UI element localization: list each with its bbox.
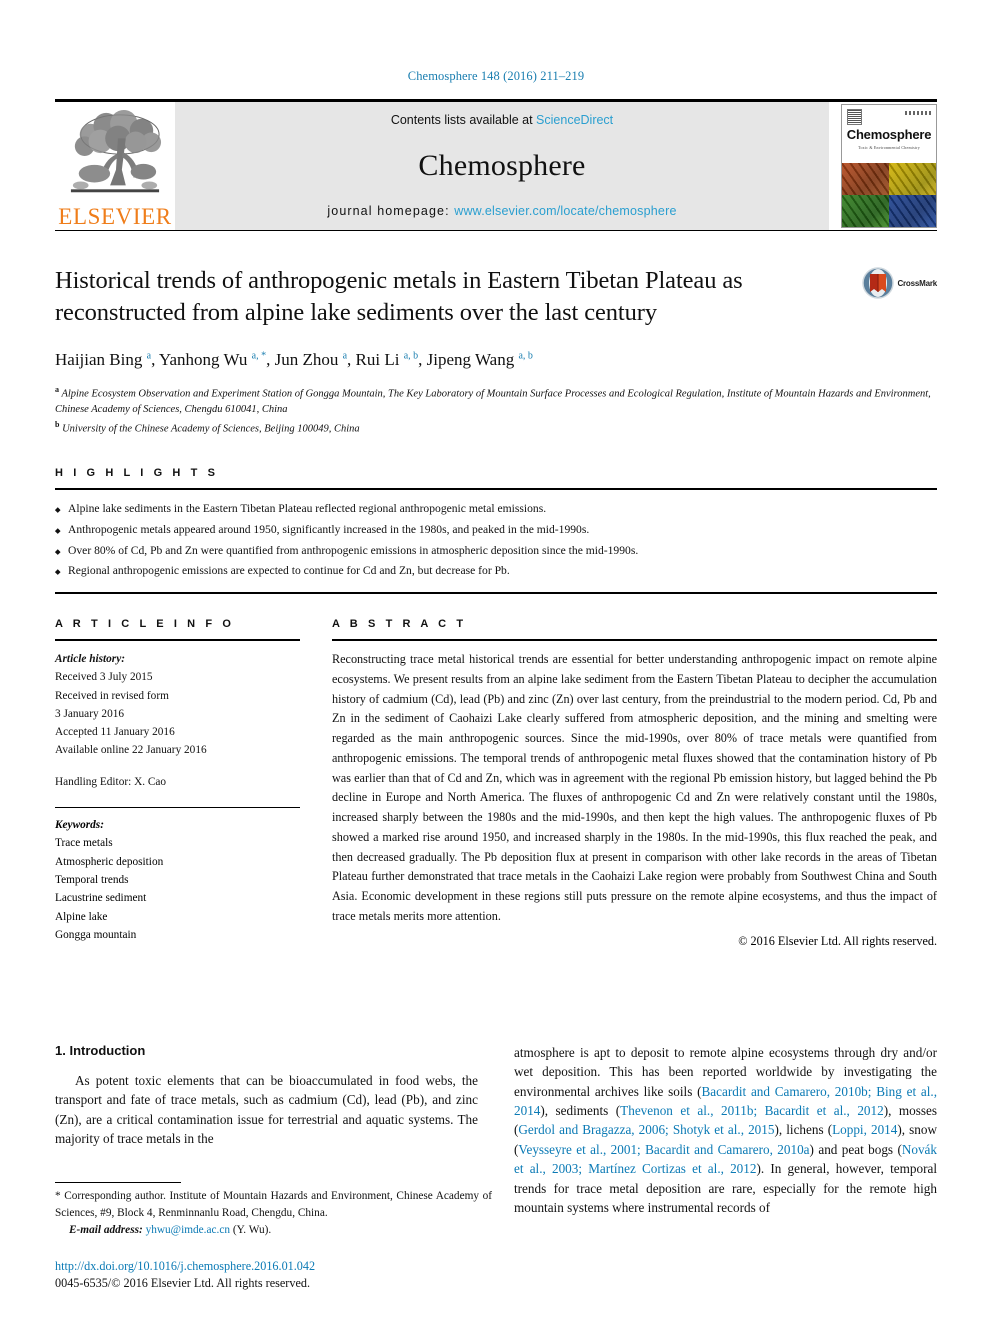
highlights-section: H I G H L I G H T S Alpine lake sediment… (55, 467, 937, 594)
article-info-heading: A R T I C L E I N F O (55, 617, 235, 630)
affiliation-b-text: University of the Chinese Academy of Sci… (62, 423, 360, 435)
cover-publisher-mark-icon (847, 109, 862, 125)
contents-prefix: Contents lists available at (390, 113, 537, 127)
keyword-item: Gongga mountain (55, 928, 137, 941)
citation-link[interactable]: Thevenon et al., 2011b; Bacardit et al.,… (620, 1103, 884, 1118)
journal-homepage-line: journal homepage: www.elsevier.com/locat… (327, 204, 676, 218)
article-history: Article history: Received 3 July 2015 Re… (55, 641, 300, 791)
title-block: Historical trends of anthropogenic metal… (55, 231, 937, 370)
keyword-item: Temporal trends (55, 873, 129, 886)
email-link[interactable]: yhwu@imde.ac.cn (146, 1224, 230, 1236)
abstract-section: A B S T R A C T Reconstructing trace met… (332, 618, 937, 949)
cover-leaf-blue (889, 195, 936, 227)
cover-image-grid (842, 163, 936, 227)
keyword-item: Alpine lake (55, 910, 108, 923)
list-item: Regional anthropogenic emissions are exp… (55, 561, 937, 582)
body-column-right: atmosphere is apt to deposit to remote a… (514, 1043, 937, 1218)
keywords-label: Keywords: (55, 819, 104, 832)
body-text-run: ) and peat bogs ( (809, 1141, 902, 1157)
citation-link[interactable]: Loppi, 2014 (832, 1122, 897, 1137)
list-item: Anthropogenic metals appeared around 195… (55, 520, 937, 541)
history-line: Available online 22 January 2016 (55, 744, 207, 757)
crossmark-badge[interactable]: CrossMark (845, 265, 937, 370)
cover-header: Chemosphere Toxic & Environmental Chemis… (842, 105, 936, 163)
footnote-rule (55, 1181, 181, 1183)
footnote-zone: * Corresponding author. Institute of Mou… (55, 1181, 492, 1291)
cover-journal-title: Chemosphere (846, 127, 932, 142)
keywords-block: Keywords: Trace metals Atmospheric depos… (55, 808, 300, 944)
crossmark-icon (862, 267, 895, 299)
abstract-heading: A B S T R A C T (332, 617, 467, 630)
info-abstract-row: A R T I C L E I N F O Article history: R… (55, 618, 937, 949)
abstract-text: Reconstructing trace metal historical tr… (332, 651, 937, 923)
email-line: E-mail address: yhwu@imde.ac.cn (Y. Wu). (55, 1222, 492, 1239)
journal-title: Chemosphere (418, 148, 586, 182)
elsevier-tree-icon (70, 109, 162, 193)
highlights-list: Alpine lake sediments in the Eastern Tib… (55, 490, 937, 592)
affiliation-a-text: Alpine Ecosystem Observation and Experim… (55, 388, 931, 416)
issn-copyright-line: 0045-6535/© 2016 Elsevier Ltd. All right… (55, 1276, 310, 1290)
handling-editor: Handling Editor: X. Cao (55, 775, 167, 788)
affiliation-a: a Alpine Ecosystem Observation and Exper… (55, 384, 931, 416)
history-line: Received 3 July 2015 (55, 671, 153, 684)
article-page: Chemosphere 148 (2016) 211–219 ELSEVIER … (0, 0, 992, 1323)
section-title-introduction: 1. Introduction (55, 1042, 146, 1058)
abstract-copyright: © 2016 Elsevier Ltd. All rights reserved… (738, 933, 937, 948)
journal-cover-thumbnail: Chemosphere Toxic & Environmental Chemis… (841, 104, 937, 228)
elsevier-logo: ELSEVIER (55, 102, 175, 230)
journal-reference: Chemosphere 148 (2016) 211–219 (407, 69, 585, 83)
keyword-item: Lacustrine sediment (55, 892, 147, 905)
intro-paragraph-right: atmosphere is apt to deposit to remote a… (514, 1043, 937, 1218)
email-label: E-mail address: (69, 1224, 143, 1237)
doi-block: http://dx.doi.org/10.1016/j.chemosphere.… (55, 1259, 492, 1291)
keyword-item: Atmospheric deposition (55, 855, 164, 868)
highlights-bottom-rule (55, 591, 937, 594)
citation-link[interactable]: Veysseyre et al., 2001; Bacardit and Cam… (518, 1142, 809, 1157)
body-text-run: ), sediments ( (540, 1102, 621, 1118)
corresponding-marker: * (55, 1189, 61, 1202)
cover-leaf-yellow (889, 163, 936, 195)
history-line: Accepted 11 January 2016 (55, 726, 175, 739)
corresponding-author-note: * Corresponding author. Institute of Mou… (55, 1188, 492, 1239)
affiliation-b: b University of the Chinese Academy of S… (55, 419, 360, 435)
keyword-item: Trace metals (55, 837, 113, 850)
elsevier-wordmark: ELSEVIER (58, 204, 172, 229)
article-info-section: A R T I C L E I N F O Article history: R… (55, 618, 300, 949)
highlights-heading: H I G H L I G H T S (55, 467, 219, 480)
cover-journal-subtitle: Toxic & Environmental Chemistry (858, 145, 920, 150)
crossmark-label: CrossMark (897, 278, 937, 288)
homepage-prefix: journal homepage: (327, 204, 455, 218)
list-item: Alpine lake sediments in the Eastern Tib… (55, 499, 937, 520)
page-title: Historical trends of anthropogenic metal… (55, 267, 743, 326)
article-history-label: Article history: (55, 652, 125, 665)
doi-link[interactable]: http://dx.doi.org/10.1016/j.chemosphere.… (55, 1259, 492, 1274)
contents-available-line: Contents lists available at ScienceDirec… (391, 113, 613, 127)
corresponding-text: Corresponding author. Institute of Mount… (55, 1189, 492, 1219)
history-line: 3 January 2016 (55, 707, 125, 720)
cover-leaf-orange (842, 163, 889, 195)
author-list: Haijian Bing a, Yanhong Wu a, *, Jun Zho… (55, 349, 533, 369)
body-text-run: ), lichens ( (774, 1122, 833, 1138)
journal-homepage-link[interactable]: www.elsevier.com/locate/chemosphere (454, 204, 676, 218)
masthead-banner: Contents lists available at ScienceDirec… (175, 102, 829, 230)
sciencedirect-link[interactable]: ScienceDirect (536, 113, 613, 127)
history-line: Received in revised form (55, 689, 169, 702)
intro-paragraph-left: As potent toxic elements that can be bio… (55, 1072, 478, 1146)
cover-leaf-green (842, 195, 889, 227)
citation-link[interactable]: Gerdol and Bragazza, 2006; Shotyk et al.… (518, 1122, 774, 1137)
list-item: Over 80% of Cd, Pb and Zn were quantifie… (55, 541, 937, 562)
affiliations: a Alpine Ecosystem Observation and Exper… (55, 384, 937, 438)
journal-masthead: ELSEVIER Contents lists available at Sci… (55, 99, 937, 230)
email-suffix: (Y. Wu). (232, 1224, 272, 1237)
cover-issn-barcode-icon (905, 111, 931, 115)
